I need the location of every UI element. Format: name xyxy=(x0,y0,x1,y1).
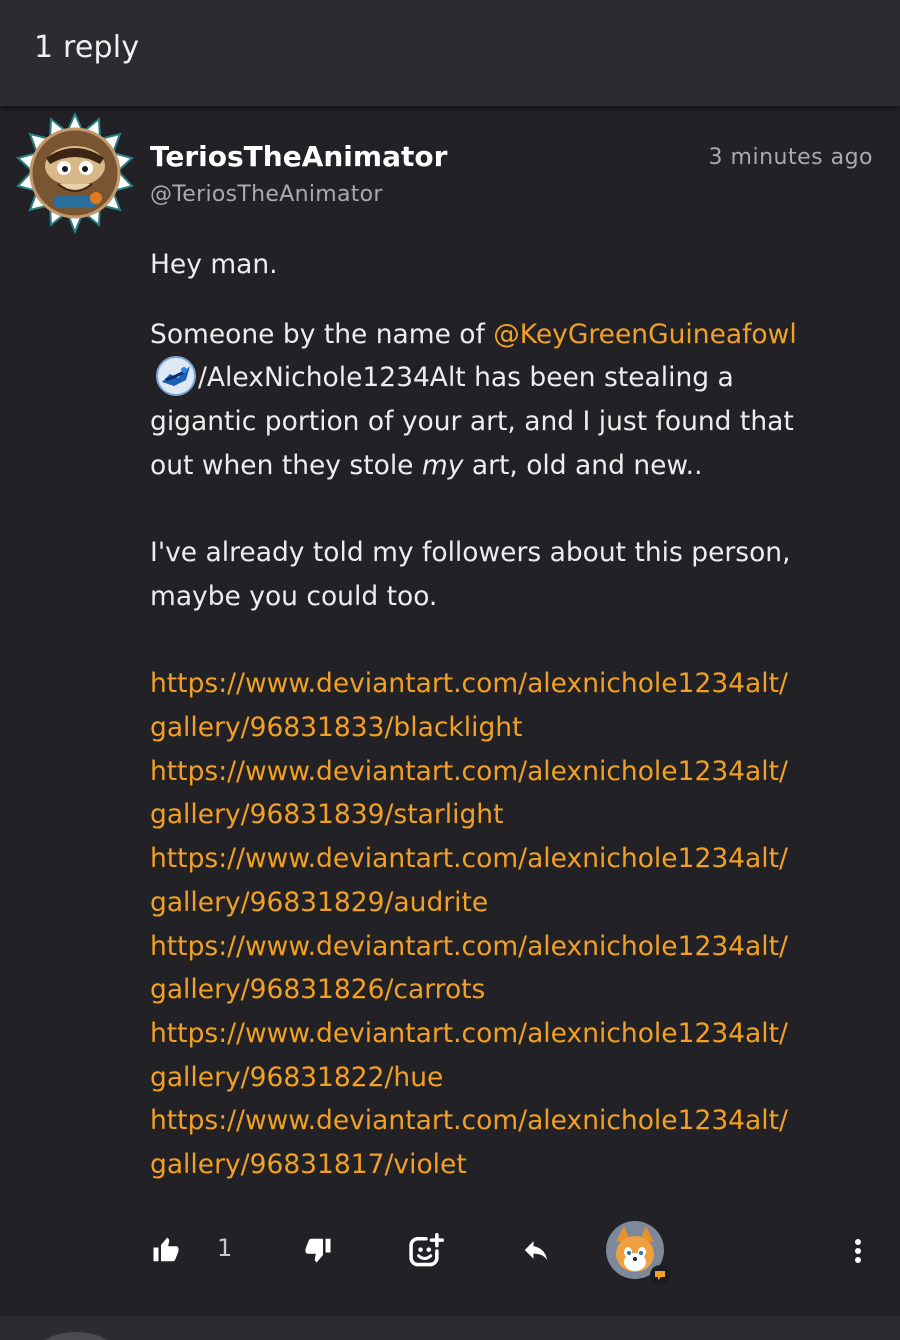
comment-body: Hey man. Someone by the name of @KeyGree… xyxy=(150,243,865,1187)
gallery-link[interactable]: https://www.deviantart.com/alexnichole12… xyxy=(150,750,865,837)
gallery-link[interactable]: https://www.deviantart.com/alexnichole12… xyxy=(150,1012,865,1099)
author-avatar[interactable] xyxy=(14,111,136,235)
link-list: https://www.deviantart.com/alexnichole12… xyxy=(150,662,865,1186)
add-reaction-icon xyxy=(409,1232,445,1267)
comment-timestamp[interactable]: 3 minutes ago xyxy=(709,145,873,170)
body-text-segment: Someone by the name of xyxy=(150,318,494,350)
link-text[interactable]: https://www.deviantart.com/alexnichole12… xyxy=(150,662,865,706)
emphasis-text: my xyxy=(421,449,464,481)
user-mention-link[interactable]: @KeyGreenGuineafowl xyxy=(493,319,796,350)
thumbs-down-icon xyxy=(305,1238,331,1263)
more-options-button[interactable] xyxy=(842,1232,874,1270)
thumbs-up-icon xyxy=(153,1237,179,1262)
link-text[interactable]: https://www.deviantart.com/alexnichole12… xyxy=(150,837,865,881)
greeting-line: Hey man. xyxy=(150,249,278,280)
body-line-2: /AlexNichole1234Alt has been stealing a xyxy=(150,356,865,400)
body-line-1: Someone by the name of @KeyGreenGuineafo… xyxy=(150,313,865,357)
mention-avatar-icon xyxy=(156,356,196,397)
replies-header: 1 reply xyxy=(0,0,900,106)
gallery-link[interactable]: https://www.deviantart.com/alexnichole12… xyxy=(150,1099,865,1186)
link-text[interactable]: gallery/96831833/blacklight xyxy=(150,706,865,750)
body-line-4: out when they stole my art, old and new.… xyxy=(150,444,865,488)
dislike-button[interactable] xyxy=(298,1230,338,1270)
reply-arrow-icon xyxy=(524,1241,548,1260)
add-reaction-button[interactable] xyxy=(403,1228,449,1274)
body-text-segment: art, old and new.. xyxy=(463,449,703,481)
body-line-5: I've already told my followers about thi… xyxy=(150,537,791,569)
gallery-link[interactable]: https://www.deviantart.com/alexnichole12… xyxy=(150,837,865,924)
link-text[interactable]: gallery/96831817/violet xyxy=(150,1143,865,1187)
body-line-3: gigantic portion of your art, and I just… xyxy=(150,406,794,438)
link-text[interactable]: https://www.deviantart.com/alexnichole12… xyxy=(150,925,865,969)
author-handle[interactable]: @TeriosTheAnimator xyxy=(150,182,383,207)
link-text[interactable]: gallery/96831829/audrite xyxy=(150,881,865,925)
current-user-avatar[interactable] xyxy=(604,1220,670,1286)
link-text[interactable]: gallery/96831822/hue xyxy=(150,1056,865,1100)
reply-count: 1 reply xyxy=(34,30,140,65)
like-button[interactable] xyxy=(146,1230,186,1270)
link-text[interactable]: gallery/96831839/starlight xyxy=(150,793,865,837)
body-text-segment: out when they stole xyxy=(150,449,422,481)
like-count: 1 xyxy=(217,1234,233,1262)
link-text[interactable]: https://www.deviantart.com/alexnichole12… xyxy=(150,1012,865,1056)
more-vertical-icon xyxy=(855,1239,861,1263)
body-line-6: maybe you could too. xyxy=(150,580,438,612)
body-text-segment: /AlexNichole1234Alt has been stealing a xyxy=(198,362,734,394)
link-text[interactable]: https://www.deviantart.com/alexnichole12… xyxy=(150,1099,865,1143)
comment-divider xyxy=(0,1316,900,1340)
gallery-link[interactable]: https://www.deviantart.com/alexnichole12… xyxy=(150,925,865,1012)
link-text[interactable]: https://www.deviantart.com/alexnichole12… xyxy=(150,750,865,794)
link-text[interactable]: gallery/96831826/carrots xyxy=(150,968,865,1012)
reply-button[interactable] xyxy=(514,1230,558,1270)
gallery-link[interactable]: https://www.deviantart.com/alexnichole12… xyxy=(150,662,865,749)
author-name[interactable]: TeriosTheAnimator xyxy=(150,140,447,173)
